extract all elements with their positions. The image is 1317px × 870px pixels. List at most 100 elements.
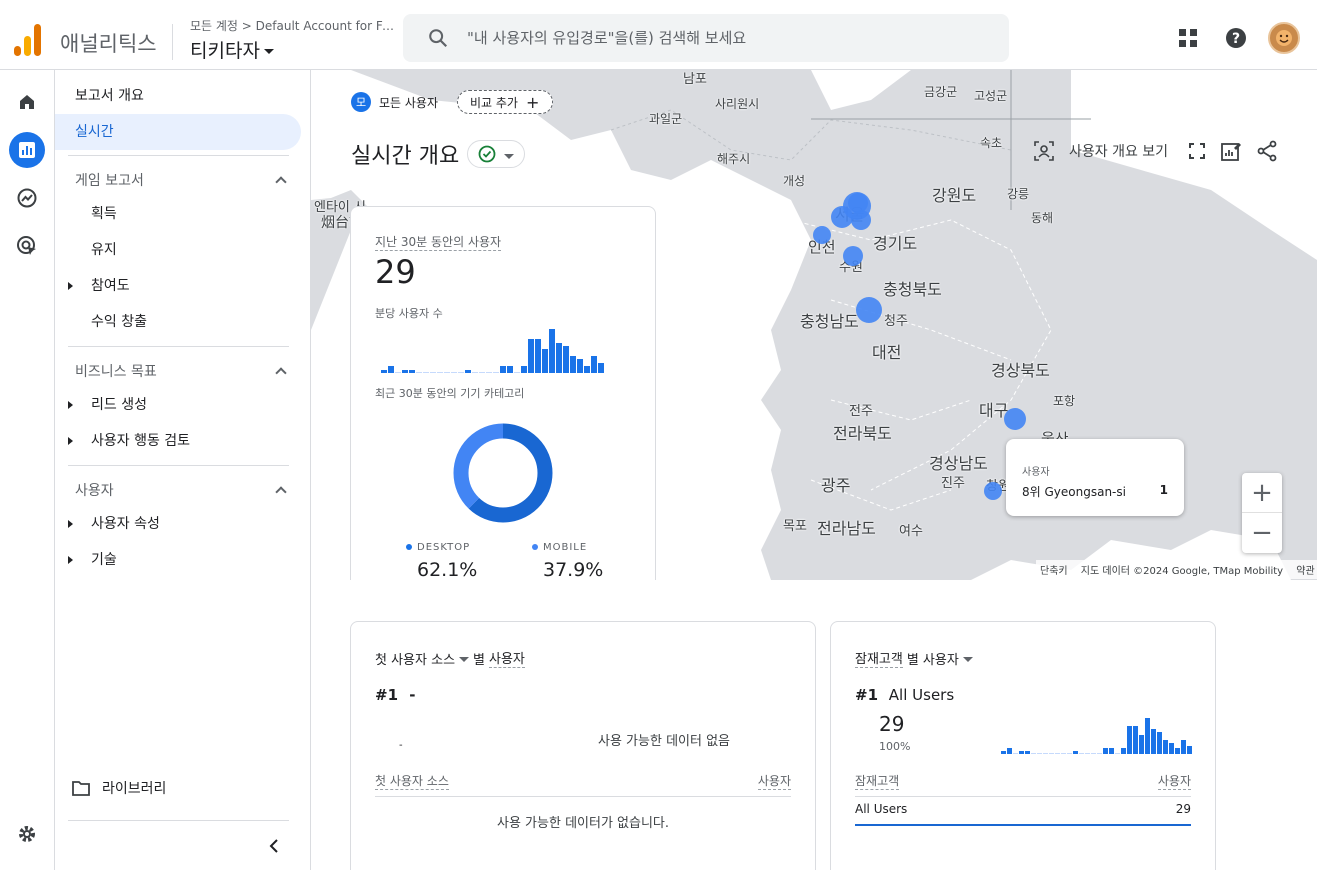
- add-comparison-button[interactable]: 비교 추가 +: [457, 90, 553, 114]
- edit-report-icon[interactable]: [1220, 140, 1242, 162]
- check-circle-icon: [478, 145, 496, 163]
- minute-bar: [1079, 753, 1084, 754]
- map-label: 포항: [1053, 394, 1076, 408]
- nav-item-user-attributes[interactable]: 사용자 속성: [91, 506, 160, 542]
- analytics-logo-icon[interactable]: [14, 24, 42, 56]
- map-user-dot[interactable]: [1004, 408, 1026, 430]
- explore-icon[interactable]: [9, 180, 45, 216]
- map-label: 광주: [821, 476, 851, 495]
- first-user-source-card: 첫 사용자 소스 별 사용자 #1 - - 사용 가능한 데이터 없음 첫 사용…: [350, 621, 816, 870]
- caret-down-icon[interactable]: [962, 656, 973, 662]
- nav-realtime[interactable]: 실시간: [55, 114, 301, 150]
- nav-item-monetization[interactable]: 수익 창출: [91, 304, 147, 340]
- realtime-map[interactable]: 남포 사리원시 과일군 금강군 고성군 해주시 속초 개성 강원도 강릉 엔타이…: [311, 70, 1317, 580]
- users-30min-label[interactable]: 지난 30분 동안의 사용자: [375, 233, 502, 251]
- nav-library[interactable]: 라이브러리: [72, 778, 166, 798]
- settings-icon[interactable]: [9, 816, 45, 852]
- top-header: 애널리틱스 모든 계정 > Default Account for Fire..…: [0, 0, 1317, 70]
- map-label: 개성: [783, 174, 806, 188]
- search-input[interactable]: [467, 29, 987, 47]
- minute-bar: [437, 372, 443, 373]
- legend-mobile: MOBILE: [532, 542, 587, 553]
- col-audience[interactable]: 잠재고객: [855, 772, 900, 790]
- reports-icon[interactable]: [9, 132, 45, 168]
- nav-divider: [68, 346, 289, 347]
- expand-arrow-icon[interactable]: [68, 282, 73, 290]
- col-users[interactable]: 사용자: [1157, 772, 1191, 790]
- table-row[interactable]: All Users 29: [855, 802, 1191, 826]
- folder-icon: [72, 781, 90, 796]
- nav-section-business[interactable]: 비즈니스 목표: [75, 361, 289, 381]
- nav-section-users[interactable]: 사용자: [75, 480, 289, 500]
- account-breadcrumb[interactable]: 모든 계정 > Default Account for Fire...: [190, 17, 395, 34]
- map-user-dot[interactable]: [813, 226, 831, 244]
- share-icon[interactable]: [1256, 140, 1278, 162]
- nav-item-engagement[interactable]: 참여도: [91, 268, 130, 304]
- caret-down-icon[interactable]: [459, 656, 470, 662]
- minute-bar: [458, 372, 464, 373]
- map-shortcuts-link[interactable]: 단축키: [1040, 566, 1068, 577]
- map-label: 동해: [1031, 211, 1054, 225]
- col-users[interactable]: 사용자: [757, 772, 791, 790]
- minute-bar: [1007, 748, 1012, 754]
- map-user-dot[interactable]: [984, 482, 1002, 500]
- nav-item-acquisition[interactable]: 획득: [91, 196, 117, 232]
- map-user-dot[interactable]: [843, 246, 863, 266]
- avatar[interactable]: [1268, 22, 1300, 54]
- map-label: 전라남도: [817, 519, 876, 538]
- chevron-up-icon: [275, 367, 287, 379]
- nav-divider: [68, 155, 289, 156]
- metric-selector[interactable]: 별 사용자: [907, 649, 959, 668]
- apps-grid-icon[interactable]: [1176, 26, 1200, 50]
- users-per-minute-chart[interactable]: [381, 325, 625, 373]
- desktop-value: 62.1%: [417, 559, 478, 580]
- nav-item-tech[interactable]: 기술: [91, 542, 117, 578]
- map-user-dot[interactable]: [848, 193, 868, 213]
- caret-down-icon: [504, 153, 515, 159]
- minute-bar: [535, 339, 541, 373]
- nav-item-retention[interactable]: 유지: [91, 232, 117, 268]
- nav-item-user-behavior[interactable]: 사용자 행동 검토: [91, 423, 190, 459]
- minute-bar: [1151, 729, 1156, 754]
- side-navigation: 보고서 개요 실시간 게임 보고서 획득 유지 참여도 수익 창출 비즈니스 목…: [55, 70, 311, 870]
- map-user-dot[interactable]: [851, 210, 871, 230]
- metric-label[interactable]: 사용자: [489, 648, 525, 668]
- advertising-icon[interactable]: [9, 228, 45, 264]
- dimension-selector[interactable]: 첫 사용자 소스: [375, 649, 455, 668]
- minute-bar: [409, 370, 415, 373]
- expand-arrow-icon[interactable]: [68, 556, 73, 564]
- nav-section-game[interactable]: 게임 보고서: [75, 170, 289, 190]
- map-label: 사리원시: [715, 97, 760, 111]
- search-bar[interactable]: [403, 14, 1009, 62]
- segment-chip-all-users[interactable]: 모 모든 사용자: [351, 90, 441, 114]
- fullscreen-icon[interactable]: [1188, 142, 1206, 160]
- map-terms-link[interactable]: 약관: [1296, 566, 1314, 577]
- nav-section-label: 비즈니스 목표: [75, 364, 157, 380]
- minute-bar: [570, 356, 576, 373]
- source-card-title: 첫 사용자 소스 별 사용자: [375, 648, 525, 668]
- property-selector[interactable]: 티키타자: [190, 36, 274, 63]
- expand-arrow-icon[interactable]: [68, 520, 73, 528]
- zoom-in-button[interactable]: +: [1242, 473, 1282, 513]
- expand-arrow-icon[interactable]: [68, 401, 73, 409]
- help-icon[interactable]: ?: [1224, 26, 1248, 50]
- col-source[interactable]: 첫 사용자 소스: [375, 772, 449, 790]
- page-title: 실시간 개요: [351, 144, 460, 169]
- nav-item-lead-generation[interactable]: 리드 생성: [91, 387, 147, 423]
- nav-section-label: 사용자: [75, 483, 114, 499]
- device-donut-chart[interactable]: [453, 423, 553, 523]
- audience-per-minute-chart[interactable]: [1001, 716, 1193, 754]
- nav-report-overview[interactable]: 보고서 개요: [75, 78, 144, 114]
- user-snapshot-button[interactable]: 사용자 개요 보기: [1069, 141, 1168, 161]
- status-dropdown[interactable]: [467, 140, 526, 168]
- map-user-dot[interactable]: [856, 297, 882, 323]
- zoom-out-button[interactable]: −: [1242, 513, 1282, 553]
- home-icon[interactable]: [9, 84, 45, 120]
- dimension-label[interactable]: 잠재고객: [855, 648, 903, 668]
- search-icon: [429, 29, 448, 48]
- rank-value: -: [409, 686, 416, 704]
- expand-arrow-icon[interactable]: [68, 437, 73, 445]
- minute-bar: [563, 346, 569, 373]
- collapse-nav-button[interactable]: [267, 838, 281, 858]
- minute-bar: [1187, 746, 1192, 754]
